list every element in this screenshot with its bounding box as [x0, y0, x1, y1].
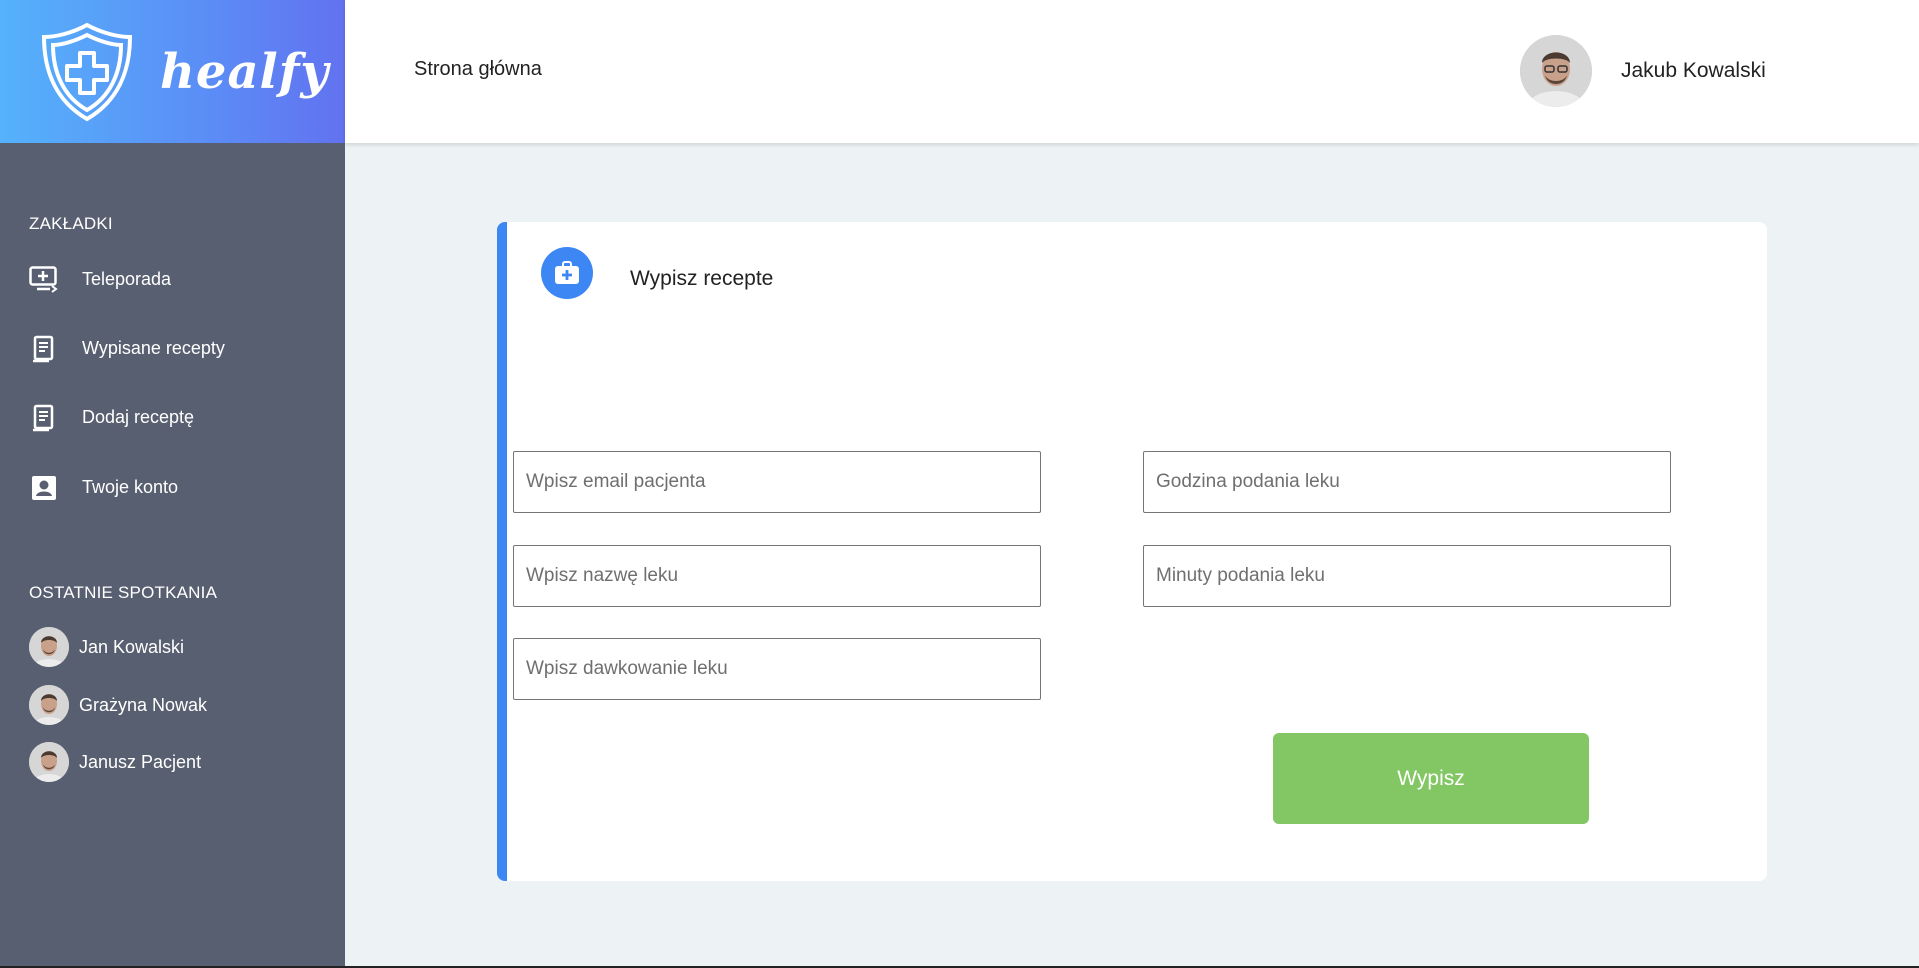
sidebar-item-label: Twoje konto [82, 477, 179, 497]
form-title: Wypisz recepte [630, 267, 774, 290]
sidebar-tabs-title: ZAKŁADKI [29, 214, 113, 233]
user-menu[interactable]: Jakub Kowalski [1520, 35, 1766, 107]
account-icon [29, 473, 58, 502]
avatar [29, 627, 69, 667]
avatar [29, 742, 69, 782]
minutes-input[interactable] [1143, 545, 1671, 607]
top-header: Strona główna Jakub Kowalski [345, 0, 1919, 143]
recent-meeting-item[interactable]: Jan Kowalski [29, 627, 184, 667]
patient-email-input[interactable] [513, 451, 1041, 513]
sidebar: ZAKŁADKI Teleporada Wypisane recepty Dod… [0, 143, 345, 968]
nav-home-link[interactable]: Strona główna [414, 58, 542, 81]
brand-name: healfy [160, 43, 330, 100]
sidebar-item-teleporada[interactable]: Teleporada [29, 265, 171, 294]
drug-name-input[interactable] [513, 545, 1041, 607]
sidebar-recent-title: OSTATNIE SPOTKANIA [29, 583, 218, 602]
submit-prescription-button[interactable]: Wypisz [1273, 733, 1589, 824]
recent-meeting-name: Grażyna Nowak [79, 694, 208, 715]
recent-meeting-name: Janusz Pacjent [79, 751, 202, 772]
sidebar-item-wypisane-recepty[interactable]: Wypisane recepty [29, 334, 225, 363]
sidebar-item-dodaj-recepte[interactable]: Dodaj receptę [29, 403, 194, 432]
recent-meeting-item[interactable]: Grażyna Nowak [29, 685, 207, 725]
user-name: Jakub Kowalski [1621, 59, 1766, 82]
sidebar-item-twoje-konto[interactable]: Twoje konto [29, 473, 178, 502]
prescription-form-card: Wypisz recepte Wypisz [497, 222, 1767, 881]
prescription-list-icon [29, 334, 58, 363]
avatar-icon [29, 627, 69, 667]
dosage-input[interactable] [513, 638, 1041, 700]
telemedicine-icon [29, 265, 58, 294]
avatar-icon [29, 742, 69, 782]
sidebar-item-label: Teleporada [82, 269, 172, 289]
brand-header: healfy [0, 0, 345, 143]
medical-kit-icon [541, 247, 593, 299]
avatar-icon [29, 685, 69, 725]
recent-meeting-item[interactable]: Janusz Pacjent [29, 742, 201, 782]
user-avatar [1520, 35, 1592, 107]
prescription-add-icon [29, 403, 58, 432]
shield-cross-logo-icon [41, 22, 133, 121]
hour-input[interactable] [1143, 451, 1671, 513]
sidebar-item-label: Dodaj receptę [82, 407, 195, 427]
recent-meeting-name: Jan Kowalski [79, 636, 185, 657]
user-avatar-icon [1520, 35, 1592, 107]
avatar [29, 685, 69, 725]
sidebar-item-label: Wypisane recepty [82, 338, 225, 358]
